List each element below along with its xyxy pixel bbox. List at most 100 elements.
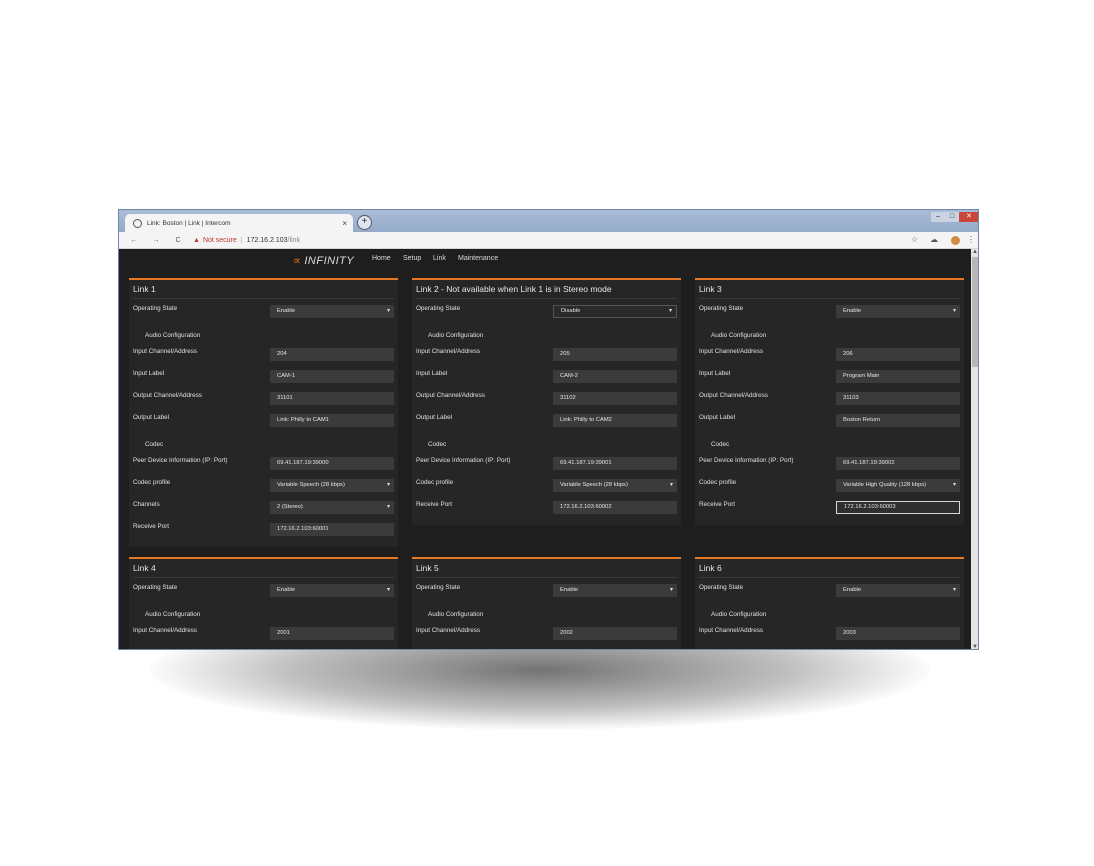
link-1-receive-port-field[interactable]: 172.16.2.103:60001 bbox=[270, 523, 394, 536]
cloud-icon[interactable]: ☁ bbox=[930, 232, 938, 248]
input-label-label: Input Label bbox=[416, 370, 448, 377]
tab-close-icon[interactable]: × bbox=[342, 219, 347, 228]
menu-link[interactable]: Link bbox=[433, 255, 446, 262]
link-2-panel: Link 2 - Not available when Link 1 is in… bbox=[412, 278, 681, 525]
link-2-title: Link 2 - Not available when Link 1 is in… bbox=[416, 284, 612, 294]
divider bbox=[699, 298, 960, 299]
url-host[interactable]: 172.16.2.103 bbox=[247, 237, 288, 244]
link-1-input-label-field[interactable]: CAM-1 bbox=[270, 370, 394, 383]
link-3-output-channel-field[interactable]: 31103 bbox=[836, 392, 960, 405]
link-1-output-label-field[interactable]: Link: Philly to CAM1 bbox=[270, 414, 394, 427]
link-6-panel: Link 6 Operating State Enable Audio Conf… bbox=[695, 557, 964, 649]
link-2-input-label-field[interactable]: CAM-2 bbox=[553, 370, 677, 383]
scrollbar-thumb[interactable] bbox=[972, 257, 978, 367]
vertical-scrollbar[interactable]: ▲ ▼ bbox=[971, 249, 978, 649]
input-label-label: Input Label bbox=[699, 370, 731, 377]
input-channel-label: Input Channel/Address bbox=[699, 348, 764, 355]
link-5-title: Link 5 bbox=[416, 563, 439, 573]
input-channel-label: Input Channel/Address bbox=[416, 627, 481, 634]
peer-device-label: Peer Device Information (IP: Port) bbox=[133, 457, 228, 464]
menu-maintenance[interactable]: Maintenance bbox=[458, 255, 498, 262]
link-2-input-channel-field[interactable]: 205 bbox=[553, 348, 677, 361]
new-tab-button[interactable]: + bbox=[357, 215, 372, 230]
star-icon[interactable]: ☆ bbox=[911, 232, 918, 248]
address-bar: ← → C ▲ Not secure | 172.16.2.103/link ☆… bbox=[119, 232, 978, 249]
output-label-label: Output Label bbox=[416, 414, 453, 421]
link-6-operating-state-select[interactable]: Enable bbox=[836, 584, 960, 597]
minimize-button[interactable]: – bbox=[931, 212, 945, 222]
codec-heading: Codec bbox=[428, 441, 447, 448]
link-3-output-label-field[interactable]: Boston Return bbox=[836, 414, 960, 427]
forward-arrow-icon[interactable]: → bbox=[149, 237, 163, 244]
link-3-receive-port-field[interactable]: 172.16.2.103:60003 bbox=[836, 501, 960, 514]
input-channel-label: Input Channel/Address bbox=[133, 627, 198, 634]
output-channel-label: Output Channel/Address bbox=[133, 392, 202, 399]
link-1-output-channel-field[interactable]: 31101 bbox=[270, 392, 394, 405]
url-path[interactable]: /link bbox=[288, 237, 300, 244]
browser-tab[interactable]: Link: Boston | Link | Intercom × bbox=[125, 214, 353, 232]
link-4-input-channel-field[interactable]: 2001 bbox=[270, 627, 394, 640]
output-label-label: Output Label bbox=[133, 414, 170, 421]
link-2-output-label-field[interactable]: Link: Philly to CAM2 bbox=[553, 414, 677, 427]
link-4-operating-state-select[interactable]: Enable bbox=[270, 584, 394, 597]
operating-state-label: Operating State bbox=[133, 584, 178, 591]
url-separator: | bbox=[240, 236, 243, 244]
link-1-channels-select[interactable]: 2 (Stereo) bbox=[270, 501, 394, 514]
link-1-operating-state-select[interactable]: Enable bbox=[270, 305, 394, 318]
link-1-title: Link 1 bbox=[133, 284, 156, 294]
infinity-logo[interactable]: ∝ INFINITY bbox=[293, 254, 354, 267]
codec-heading: Codec bbox=[711, 441, 730, 448]
codec-profile-label: Codec profile bbox=[416, 479, 454, 486]
operating-state-label: Operating State bbox=[416, 305, 461, 312]
link-3-input-channel-field[interactable]: 206 bbox=[836, 348, 960, 361]
menu-setup[interactable]: Setup bbox=[403, 255, 421, 262]
link-5-panel: Link 5 Operating State Enable Audio Conf… bbox=[412, 557, 681, 649]
operating-state-label: Operating State bbox=[699, 305, 744, 312]
output-channel-label: Output Channel/Address bbox=[699, 392, 768, 399]
reload-icon[interactable]: C bbox=[171, 237, 185, 244]
link-3-title: Link 3 bbox=[699, 284, 722, 294]
link-3-operating-state-select[interactable]: Enable bbox=[836, 305, 960, 318]
link-2-peer-device-field[interactable]: 69.41.187.19:39001 bbox=[553, 457, 677, 470]
page-content: ∝ INFINITY Home Setup Link Maintenance Li… bbox=[119, 249, 971, 649]
codec-profile-label: Codec profile bbox=[699, 479, 737, 486]
maximize-button[interactable]: □ bbox=[945, 212, 959, 222]
link-3-input-label-field[interactable]: Program Main bbox=[836, 370, 960, 383]
audio-configuration-heading: Audio Configuration bbox=[145, 332, 201, 339]
input-channel-label: Input Channel/Address bbox=[416, 348, 481, 355]
link-5-operating-state-select[interactable]: Enable bbox=[553, 584, 677, 597]
browser-menu-icon[interactable]: ⋮ bbox=[967, 232, 975, 248]
warning-icon: ▲ bbox=[193, 236, 200, 244]
close-window-button[interactable]: ✕ bbox=[959, 212, 978, 222]
link-5-input-channel-field[interactable]: 2002 bbox=[553, 627, 677, 640]
top-menu: ∝ INFINITY Home Setup Link Maintenance bbox=[119, 249, 971, 271]
receive-port-label: Receive Port bbox=[699, 501, 736, 508]
output-channel-label: Output Channel/Address bbox=[416, 392, 485, 399]
receive-port-label: Receive Port bbox=[133, 523, 170, 530]
link-3-panel: Link 3 Operating State Enable Audio Conf… bbox=[695, 278, 964, 525]
link-1-input-channel-field[interactable]: 204 bbox=[270, 348, 394, 361]
channels-label: Channels bbox=[133, 501, 160, 508]
link-6-input-channel-field[interactable]: 2003 bbox=[836, 627, 960, 640]
profile-avatar[interactable] bbox=[951, 236, 960, 245]
link-2-output-channel-field[interactable]: 31102 bbox=[553, 392, 677, 405]
back-arrow-icon[interactable]: ← bbox=[127, 237, 141, 244]
scroll-down-icon[interactable]: ▼ bbox=[971, 644, 978, 649]
link-1-codec-profile-select[interactable]: Variable Speech (28 kbps) bbox=[270, 479, 394, 492]
peer-device-label: Peer Device Information (IP: Port) bbox=[416, 457, 511, 464]
link-2-codec-profile-select[interactable]: Variable Speech (28 kbps) bbox=[553, 479, 677, 492]
audio-configuration-heading: Audio Configuration bbox=[145, 611, 201, 618]
link-2-operating-state-select[interactable]: Disable bbox=[553, 305, 677, 318]
link-2-receive-port-field[interactable]: 172.16.2.103:60002 bbox=[553, 501, 677, 514]
audio-configuration-heading: Audio Configuration bbox=[711, 611, 767, 618]
scroll-up-icon[interactable]: ▲ bbox=[971, 249, 978, 255]
link-1-peer-device-field[interactable]: 69.41.187.19:39000 bbox=[270, 457, 394, 470]
not-secure-label[interactable]: Not secure bbox=[203, 237, 237, 244]
peer-device-label: Peer Device Information (IP: Port) bbox=[699, 457, 794, 464]
link-3-codec-profile-select[interactable]: Variable High Quality (128 kbps) bbox=[836, 479, 960, 492]
globe-icon bbox=[133, 218, 142, 228]
menu-home[interactable]: Home bbox=[372, 255, 391, 262]
link-3-peer-device-field[interactable]: 69.41.187.19:39002 bbox=[836, 457, 960, 470]
operating-state-label: Operating State bbox=[699, 584, 744, 591]
divider bbox=[133, 577, 394, 578]
